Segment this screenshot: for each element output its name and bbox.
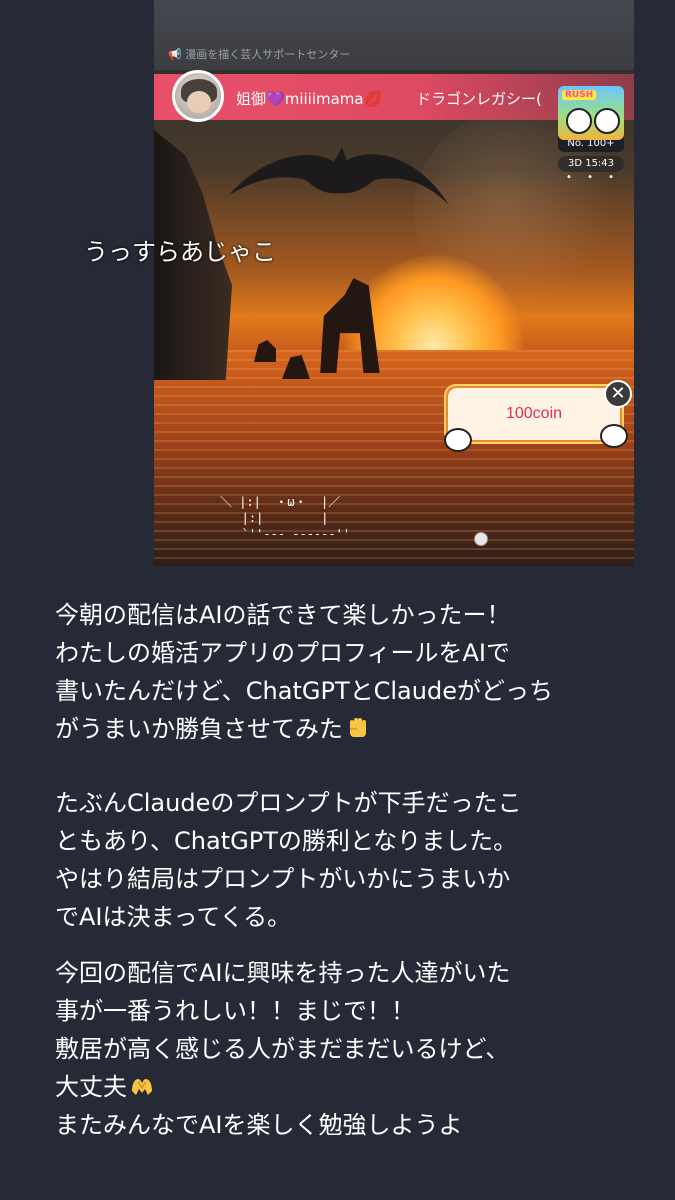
paragraph-line: ともあり、ChatGPTの勝利となりました。 (55, 827, 518, 855)
overlay-caption: うっすらあじゃこ (84, 238, 276, 266)
streamer-handle: miiiimama (284, 90, 364, 108)
paragraph-line-with-icon: 大丈夫 (55, 1068, 511, 1106)
paragraph-line: わたしの婚活アプリのプロフィールをAIで (55, 639, 511, 667)
countdown-timer: 3D 15:43 (558, 156, 624, 172)
raised-fist-icon (350, 718, 366, 737)
dragon-icon (229, 147, 449, 205)
paragraph-3: 今回の配信でAIに興味を持った人達がいた 事が一番うれしい！！まじで！！ 敷居が… (55, 954, 511, 1144)
avatar[interactable] (172, 70, 224, 122)
paragraph-line: たぶんClaudeのプロンプトが下手だったこ (55, 789, 522, 817)
page-indicator-dots: • • • (566, 172, 621, 183)
ascii-face-art: ＼ |:| ・ω・ |／ |:| | `''--- ------'' (220, 495, 351, 541)
streamer-name[interactable]: 姐御💜miiiimama💋 (236, 88, 382, 109)
paragraph-line: 今朝の配信はAIの話できて楽しかったー！ (55, 601, 511, 629)
paragraph-line: またみんなでAIを楽しく勉強しようよ (55, 1111, 463, 1139)
coin-label: 100coin (448, 388, 620, 440)
game-thumbnail: RUSH (558, 86, 624, 140)
stream-screenshot: 📢 漫画を描く芸人サポートセンター 姐御💜miiiimama💋 ドラゴンレガシー… (154, 0, 634, 566)
thumbnail-label: RUSH (562, 90, 597, 100)
necklace-pendant (474, 532, 488, 546)
paragraph-line: 敷居が高く感じる人がまだまだいるけど、 (55, 1035, 510, 1063)
close-icon[interactable]: ✕ (604, 380, 632, 408)
paragraph-line: 事が一番うれしい！！まじで！！ (55, 997, 415, 1025)
paragraph-line: 大丈夫 (55, 1073, 127, 1101)
paragraph-line-with-icon: がうまいか勝負させてみた (55, 710, 553, 748)
purple-heart-icon: 💜 (266, 90, 285, 108)
rank-badge[interactable]: RUSH No. 100+ 3D 15:43 (558, 86, 624, 174)
paragraph-line: やはり結局はプロンプトがいかにうまいか (55, 865, 511, 893)
kiss-lips-icon: 💋 (363, 90, 383, 108)
rock-small (254, 340, 276, 362)
paragraph-line: 書いたんだけど、ChatGPTとClaudeがどっち (55, 677, 553, 705)
paragraph-line: 今回の配信でAIに興味を持った人達がいた (55, 959, 511, 987)
paragraph-line: がうまいか勝負させてみた (55, 715, 343, 743)
paragraph-2: たぶんClaudeのプロンプトが下手だったこ ともあり、ChatGPTの勝利とな… (55, 784, 522, 936)
heart-hands-icon (132, 1079, 152, 1095)
panda-icon (600, 424, 628, 448)
paragraph-1: 今朝の配信はAIの話できて楽しかったー！ わたしの婚活アプリのプロフィールをAI… (55, 596, 553, 748)
panda-icon (444, 428, 472, 452)
game-title: ドラゴンレガシー( (416, 90, 542, 108)
streamer-prefix: 姐御 (236, 90, 267, 108)
paragraph-line: でAIは決まってくる。 (55, 903, 292, 931)
faded-header-text: 📢 漫画を描く芸人サポートセンター (168, 48, 351, 61)
